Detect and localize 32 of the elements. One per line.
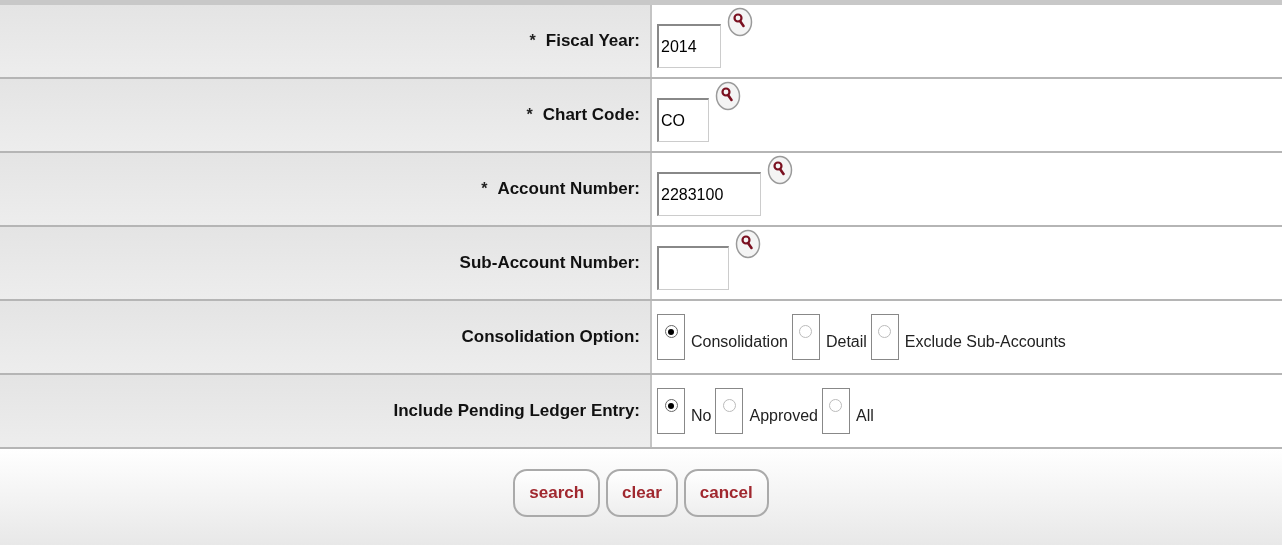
required-asterisk: * [529,31,536,51]
text-field[interactable] [657,246,729,290]
search-icon[interactable] [715,81,741,111]
search-icon[interactable] [727,7,753,37]
radio-label: No [691,406,712,426]
search-icon[interactable] [767,155,793,185]
search-icon[interactable] [735,229,761,259]
radio-button[interactable] [829,399,843,412]
radio-button[interactable] [878,325,892,338]
radio-label: Exclude Sub-Accounts [904,332,1066,352]
radio-button[interactable] [664,399,678,412]
field-label: Include Pending Ledger Entry: [393,400,640,423]
radio-label: All [855,406,874,426]
text-field[interactable]: CO [657,98,709,142]
radio-label: Approved [749,406,818,426]
field-label: Sub-Account Number: [459,252,640,275]
radio-button[interactable] [664,325,678,338]
field-label: Consolidation Option: [461,326,640,349]
action-button[interactable]: search [513,469,601,517]
field-label: Fiscal Year: [545,30,640,53]
action-button[interactable]: cancel [683,469,769,517]
radio-label: Consolidation [691,332,788,352]
radio-button[interactable] [722,399,736,412]
required-asterisk: * [481,179,488,199]
field-label: Account Number: [497,178,640,201]
action-button[interactable]: clear [606,469,678,517]
text-field[interactable]: 2014 [657,24,721,68]
radio-button[interactable] [799,325,813,338]
field-label: Chart Code: [542,104,640,127]
required-asterisk: * [526,105,533,125]
radio-label: Detail [825,332,867,352]
text-field[interactable]: 2283100 [657,172,761,216]
